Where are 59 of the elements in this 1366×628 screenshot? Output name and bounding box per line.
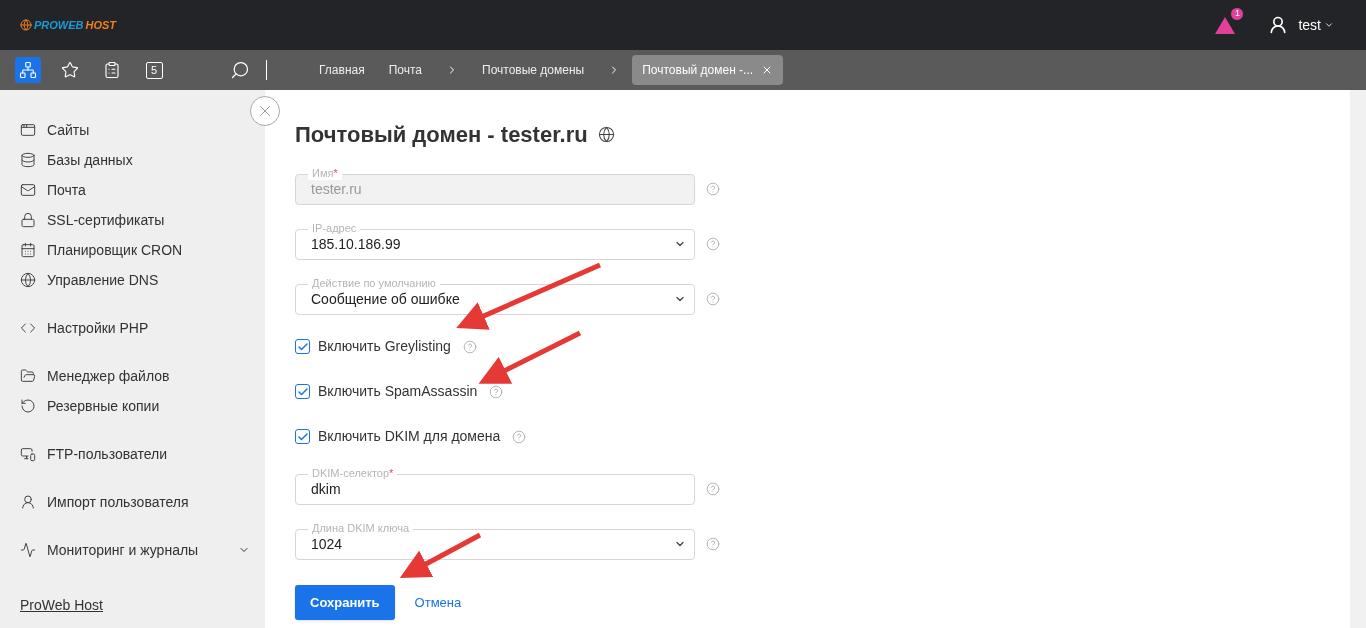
sidebar-item[interactable]: Мониторинг и журналы: [20, 535, 250, 565]
star-icon: [61, 61, 79, 79]
save-button[interactable]: Сохранить: [295, 585, 395, 620]
counter-button[interactable]: 5: [141, 57, 167, 83]
code-icon: [20, 320, 36, 336]
close-button[interactable]: [250, 96, 280, 126]
database-icon: [20, 152, 36, 168]
sidebar-item[interactable]: FTP-пользователи: [20, 439, 250, 469]
calendar-icon: [20, 242, 36, 258]
help-icon[interactable]: [706, 182, 720, 196]
search-icon[interactable]: [230, 60, 250, 80]
notification-badge: 1: [1230, 7, 1245, 21]
monitor-icon: [20, 446, 36, 462]
help-icon[interactable]: [706, 237, 720, 251]
chevron-down-icon[interactable]: [1324, 20, 1334, 30]
breadcrumb-link[interactable]: Главная: [307, 61, 377, 79]
envelope-icon: [20, 182, 36, 198]
tree-button[interactable]: [15, 57, 41, 83]
sidebar-item[interactable]: SSL-сертификаты: [20, 205, 250, 235]
sidebar-item[interactable]: Резервные копии: [20, 391, 250, 421]
checkbox-label: Включить Greylisting: [318, 337, 451, 356]
help-icon[interactable]: [706, 482, 720, 496]
window-icon: [20, 122, 36, 138]
globe-icon: [20, 272, 36, 288]
help-icon[interactable]: [489, 384, 504, 399]
help-icon[interactable]: [512, 429, 527, 444]
sidebar-item[interactable]: Планировщик CRON: [20, 235, 250, 265]
logo[interactable]: PROWEB HOST: [20, 16, 117, 34]
footer-link[interactable]: ProWeb Host: [20, 595, 103, 616]
folder-icon: [20, 368, 36, 384]
circular-arrow-icon: [20, 398, 36, 414]
pulse-icon: [20, 542, 36, 558]
checkbox[interactable]: [295, 429, 310, 444]
tree-icon: [19, 61, 37, 79]
scrollbar[interactable]: [1350, 90, 1366, 628]
sidebar-item[interactable]: Настройки PHP: [20, 313, 250, 343]
user-name[interactable]: test: [1298, 14, 1321, 36]
breadcrumb-link[interactable]: Почтовые домены: [434, 61, 597, 79]
checkbox-label: Включить DKIM для домена: [318, 427, 501, 446]
globe-icon[interactable]: [597, 126, 615, 143]
sidebar-item[interactable]: Сайты: [20, 115, 250, 145]
help-icon[interactable]: [462, 339, 477, 354]
warning-icon[interactable]: [1214, 15, 1237, 35]
help-icon[interactable]: [706, 537, 720, 551]
cancel-link[interactable]: Отмена: [414, 592, 462, 613]
checkbox[interactable]: [295, 339, 310, 354]
checkbox[interactable]: [295, 384, 310, 399]
checkbox-label: Включить SpamAssassin: [318, 382, 478, 401]
lock-icon: [20, 212, 36, 228]
help-icon[interactable]: [706, 292, 720, 306]
sidebar-item[interactable]: Импорт пользователя: [20, 487, 250, 517]
page-title: Почтовый домен - tester.ru: [295, 121, 588, 149]
sidebar-item[interactable]: Базы данных: [20, 145, 250, 175]
breadcrumb-link[interactable]: Почта: [376, 61, 434, 79]
sidebar-item[interactable]: Почта: [20, 175, 250, 205]
user-icon: [20, 494, 36, 510]
sidebar-item[interactable]: Управление DNS: [20, 265, 250, 295]
sidebar-item[interactable]: Менеджер файлов: [20, 361, 250, 391]
clipboard-icon: [103, 61, 121, 79]
